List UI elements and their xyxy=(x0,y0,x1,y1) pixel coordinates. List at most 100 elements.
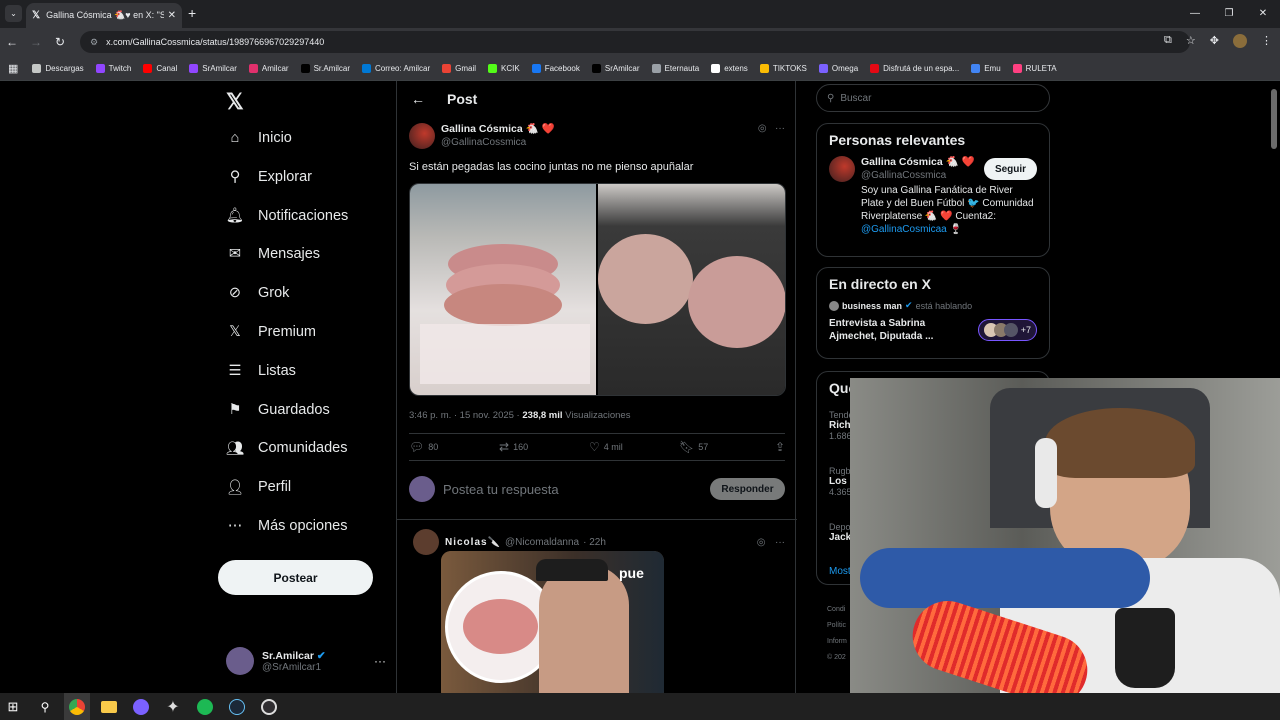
nav-item-explore[interactable]: ⚲ Explorar xyxy=(226,158,312,196)
bookmark-item[interactable]: Omega xyxy=(818,63,858,73)
nav-item-messages[interactable]: ✉ Mensajes xyxy=(226,235,320,273)
nav-item-premium[interactable]: 𝕏 Premium xyxy=(226,313,316,351)
nav-item-profile[interactable]: 👤︎ Perfil xyxy=(226,468,291,506)
reply-media[interactable]: pue xyxy=(441,551,664,693)
nav-item-home[interactable]: ⌂ Inicio xyxy=(226,119,292,157)
bookmark-item[interactable]: extens xyxy=(711,63,748,73)
cast-icon[interactable]: ⧉ xyxy=(1164,34,1172,48)
footer-link[interactable]: Condi xyxy=(827,602,847,618)
bookmark-item[interactable]: Facebook xyxy=(531,63,580,73)
search-icon[interactable]: ⚲ xyxy=(32,693,58,720)
nav-item-communities[interactable]: 👥︎ Comunidades xyxy=(226,429,348,467)
windows-start-icon[interactable]: ⊞ xyxy=(0,693,26,720)
bookmark-item[interactable]: SrAmilcar xyxy=(591,63,640,73)
share-icon[interactable]: ⇪ xyxy=(775,440,785,454)
tweet-media[interactable] xyxy=(409,183,786,396)
reply-author-name[interactable]: Nicolas🔪 xyxy=(445,537,501,548)
obs-icon[interactable] xyxy=(256,693,282,720)
reply-age[interactable]: · 22h xyxy=(583,537,606,548)
author-handle[interactable]: @GallinaCossmica xyxy=(441,137,526,148)
bookmark-item[interactable]: Eternauta xyxy=(651,63,699,73)
live-host[interactable]: business man xyxy=(842,301,902,311)
nav-item-more[interactable]: ⋯ Más opciones xyxy=(226,507,348,545)
bookmark-star-icon[interactable]: ☆ xyxy=(1186,34,1196,48)
app-icon[interactable] xyxy=(128,693,154,720)
grok-icon[interactable]: ◎ xyxy=(757,537,766,548)
footer-link[interactable]: Inform xyxy=(827,634,847,650)
bookmark-item[interactable]: Sr.Amilcar xyxy=(300,63,350,73)
back-arrow-icon[interactable]: ← xyxy=(411,91,425,107)
footer-link[interactable]: Polític xyxy=(827,618,847,634)
tweet-timestamp[interactable]: 3:46 p. m. · 15 nov. 2025 · xyxy=(409,410,522,421)
person-handle[interactable]: @GallinaCossmica xyxy=(861,170,946,181)
grok-icon[interactable]: ◎ xyxy=(758,123,767,134)
more-options-icon[interactable]: ··· xyxy=(775,123,785,134)
address-row: ← → ↻ ⚙ x.com/GallinaCossmica/status/198… xyxy=(0,28,1280,56)
reply-stat[interactable]: 💬︎ 80 xyxy=(409,440,499,454)
photo-stacked-burgers[interactable] xyxy=(410,184,598,395)
tab-close-icon[interactable]: ✕ xyxy=(168,10,176,21)
author-avatar[interactable] xyxy=(409,123,435,149)
bookmark-stat[interactable]: 🔖︎ 57 xyxy=(679,440,769,454)
game-icon[interactable]: ✦ xyxy=(160,693,186,720)
bookmark-item[interactable]: Disfrutá de un espa... xyxy=(870,63,959,73)
bookmark-item[interactable]: Canal xyxy=(143,63,177,73)
steam-icon[interactable] xyxy=(224,693,250,720)
reply-input[interactable]: Postea tu respuesta xyxy=(443,482,559,497)
like-stat[interactable]: ♡ 4 mil xyxy=(589,440,679,454)
bookmark-item[interactable]: SrAmilcar xyxy=(189,63,237,73)
bookmark-item[interactable]: Gmail xyxy=(442,63,476,73)
forward-button[interactable]: → xyxy=(24,35,48,49)
search-input[interactable]: ⚲ Buscar xyxy=(816,84,1050,112)
reply-author-handle[interactable]: @Nicomaldanna xyxy=(505,537,579,548)
repost-stat[interactable]: ⇄ 160 xyxy=(499,440,589,454)
live-title[interactable]: Entrevista a Sabrina Ajmechet, Diputada … xyxy=(829,317,964,343)
file-explorer-icon[interactable] xyxy=(96,693,122,720)
extensions-icon[interactable]: ✥ xyxy=(1210,34,1219,48)
nav-item-grok[interactable]: ⊘ Grok xyxy=(226,274,290,312)
bookmark-item[interactable]: Emu xyxy=(971,63,1001,73)
minimize-button[interactable]: — xyxy=(1178,0,1212,28)
reply-button[interactable]: Responder xyxy=(710,478,785,500)
bookmark-item[interactable]: Descargas xyxy=(32,63,84,73)
post-button[interactable]: Postear xyxy=(218,560,373,595)
bio-link[interactable]: @GallinaCosmicaa xyxy=(861,224,947,235)
new-tab-button[interactable]: + xyxy=(188,5,196,21)
more-options-icon[interactable]: ··· xyxy=(775,537,785,548)
spotify-icon[interactable] xyxy=(192,693,218,720)
more-dots-icon[interactable]: ··· xyxy=(374,654,386,668)
follow-button[interactable]: Seguir xyxy=(984,158,1037,180)
browser-menu-icon[interactable]: ⋮ xyxy=(1261,34,1272,48)
live-participants[interactable]: +7 xyxy=(977,319,1037,341)
reload-button[interactable]: ↻ xyxy=(48,35,72,49)
close-window-button[interactable]: ✕ xyxy=(1246,0,1280,28)
apps-icon[interactable]: ▦ xyxy=(8,62,18,75)
chrome-icon[interactable] xyxy=(64,693,90,720)
tab-search-button[interactable]: ⌄ xyxy=(5,5,22,22)
bookmark-item[interactable]: KCIK xyxy=(488,63,520,73)
page-scrollbar[interactable] xyxy=(1271,89,1277,149)
site-info-icon[interactable]: ⚙ xyxy=(90,37,98,48)
photo-grill-burgers[interactable] xyxy=(598,184,785,395)
account-switcher[interactable]: Sr.Amilcar ✔ @SrAmilcar1 ··· xyxy=(226,647,386,675)
show-more-link[interactable]: Most xyxy=(829,566,851,577)
bookmark-item[interactable]: TIKTOKS xyxy=(759,63,807,73)
person-name[interactable]: Gallina Cósmica 🐔 ❤️ xyxy=(861,156,975,168)
author-name[interactable]: Gallina Cósmica 🐔 ❤️ xyxy=(441,123,555,135)
restore-button[interactable]: ❐ xyxy=(1212,0,1246,28)
back-button[interactable]: ← xyxy=(0,35,24,49)
bookmark-item[interactable]: RULETA xyxy=(1012,63,1057,73)
bookmark-item[interactable]: Twitch xyxy=(95,63,131,73)
address-bar[interactable]: ⚙ x.com/GallinaCossmica/status/198976696… xyxy=(80,31,1190,53)
reply-avatar[interactable] xyxy=(413,529,439,555)
trend-item[interactable]: Depo Jack xyxy=(829,522,851,543)
nav-item-lists[interactable]: ☰ Listas xyxy=(226,352,296,390)
browser-tab[interactable]: 𝕏 Gallina Cósmica 🐔♥ en X: "Si e ✕ xyxy=(26,3,182,28)
nav-item-bookmarks[interactable]: ⚑ Guardados xyxy=(226,391,330,429)
bookmark-item[interactable]: Amilcar xyxy=(248,63,289,73)
bookmark-item[interactable]: Correo: Amilcar xyxy=(362,63,430,73)
nav-item-notifications[interactable]: 🔔︎ Notificaciones xyxy=(226,197,348,235)
person-avatar[interactable] xyxy=(829,156,855,182)
x-logo-icon[interactable]: 𝕏 xyxy=(226,89,244,115)
profile-avatar[interactable] xyxy=(1233,34,1247,48)
